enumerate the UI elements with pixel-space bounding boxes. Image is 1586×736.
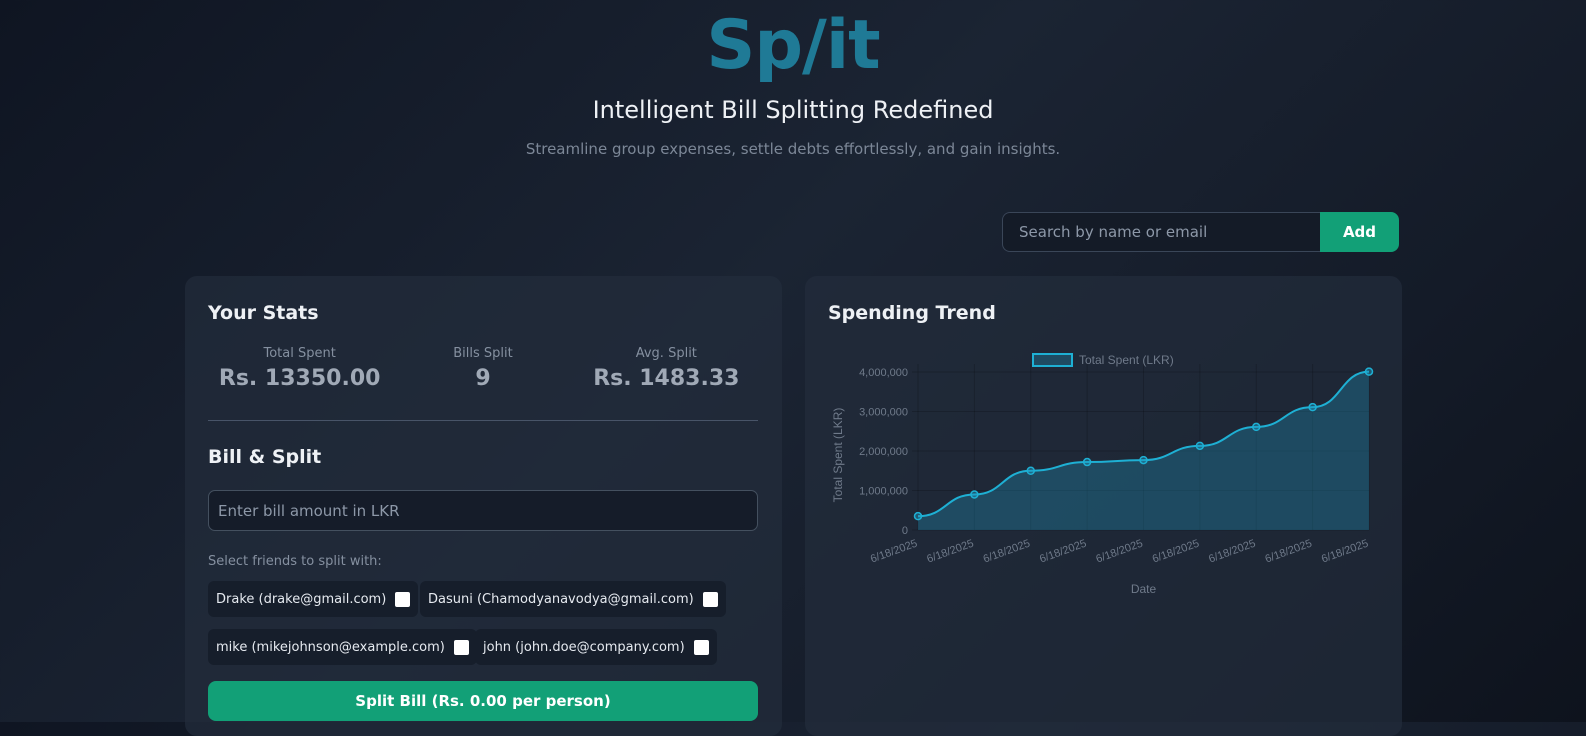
stat-label: Avg. Split	[635, 346, 697, 361]
friend-checkbox[interactable]	[395, 591, 411, 607]
x-tick-label: 6/18/2025	[1094, 538, 1144, 566]
stat-avg-split: Avg. Split Rs. 1483.33	[575, 346, 758, 394]
legend-swatch	[1032, 353, 1073, 367]
stat-value: Rs. 1483.33	[593, 366, 740, 391]
data-point	[1139, 455, 1148, 465]
friend-label: Drake (drake@gmail.com)	[216, 591, 387, 607]
data-point	[913, 511, 923, 521]
stat-bills-split: Bills Split 9	[391, 346, 574, 394]
x-tick-label: 6/18/2025	[982, 538, 1032, 566]
x-tick-label: 6/18/2025	[1038, 538, 1088, 566]
stats-card: Your Stats Total Spent Rs. 13350.00 Bill…	[185, 276, 782, 736]
search-bar: Add	[1002, 212, 1399, 252]
split-bill-button[interactable]: Split Bill (Rs. 0.00 per person)	[208, 681, 758, 721]
x-axis-title: Date	[1131, 582, 1157, 596]
friend-option-john[interactable]: john (john.doe@company.com)	[475, 629, 717, 665]
friend-checkbox[interactable]	[693, 639, 709, 655]
x-tick-label: 6/18/2025	[925, 538, 975, 566]
y-tick-label: 0	[902, 525, 908, 537]
data-point	[1026, 466, 1035, 475]
data-point	[970, 490, 979, 499]
data-point	[1082, 457, 1092, 467]
y-tick-label: 4,000,000	[859, 367, 908, 379]
x-tick-label: 6/18/2025	[1207, 538, 1257, 566]
y-axis-title: Total Spent (LKR)	[831, 408, 845, 503]
subtitle: Streamline group expenses, settle debts …	[525, 140, 1061, 158]
friend-checkbox[interactable]	[453, 639, 469, 655]
y-tick-label: 1,000,000	[859, 486, 908, 498]
bill-title: Bill & Split	[208, 446, 322, 468]
y-tick-label: 3,000,000	[859, 407, 908, 419]
friend-option-drake[interactable]: Drake (drake@gmail.com)	[208, 581, 419, 617]
friend-label: john (john.doe@company.com)	[483, 639, 685, 655]
legend-label: Total Spent (LKR)	[1079, 353, 1174, 367]
friend-option-dasuni[interactable]: Dasuni (Chamodyanavodya@gmail.com)	[420, 581, 726, 617]
stat-label: Total Spent	[263, 346, 336, 361]
stat-value: Rs. 13350.00	[218, 366, 381, 391]
trend-card: Spending Trend 0 1,000,000 2,000,000 3,000,…	[805, 276, 1402, 736]
add-button[interactable]: Add	[1320, 212, 1399, 252]
stat-value: 9	[475, 366, 491, 391]
friend-label: Dasuni (Chamodyanavodya@gmail.com)	[428, 591, 694, 607]
y-tick-label: 2,000,000	[859, 446, 908, 458]
bill-amount-input[interactable]	[208, 490, 758, 531]
x-tick-label: 6/18/2025	[1264, 538, 1314, 566]
friend-option-mike[interactable]: mike (mikejohnson@example.com)	[208, 629, 477, 665]
data-point	[1252, 422, 1261, 432]
select-friends-label: Select friends to split with:	[208, 554, 382, 569]
friend-label: mike (mikejohnson@example.com)	[216, 639, 445, 655]
x-tick-label: 6/18/2025	[1151, 538, 1201, 566]
x-tick-label: 6/18/2025	[1320, 538, 1370, 566]
logo: Sp/it	[706, 6, 880, 85]
data-point	[1308, 402, 1317, 412]
friend-checkbox[interactable]	[702, 591, 718, 607]
stats-row: Total Spent Rs. 13350.00 Bills Split 9 A…	[208, 346, 758, 394]
stats-title: Your Stats	[208, 302, 319, 324]
divider	[208, 420, 758, 421]
search-input[interactable]	[1002, 212, 1320, 252]
tagline: Intelligent Bill Splitting Redefined	[592, 96, 994, 124]
stat-label: Bills Split	[453, 346, 513, 361]
spending-trend-chart: 0 1,000,000 2,000,000 3,000,000 4,000,000 6/1…	[831, 353, 1374, 596]
data-point	[1195, 441, 1205, 451]
stat-total-spent: Total Spent Rs. 13350.00	[208, 346, 391, 394]
x-tick-label: 6/18/2025	[869, 538, 919, 566]
data-point	[1364, 367, 1374, 376]
